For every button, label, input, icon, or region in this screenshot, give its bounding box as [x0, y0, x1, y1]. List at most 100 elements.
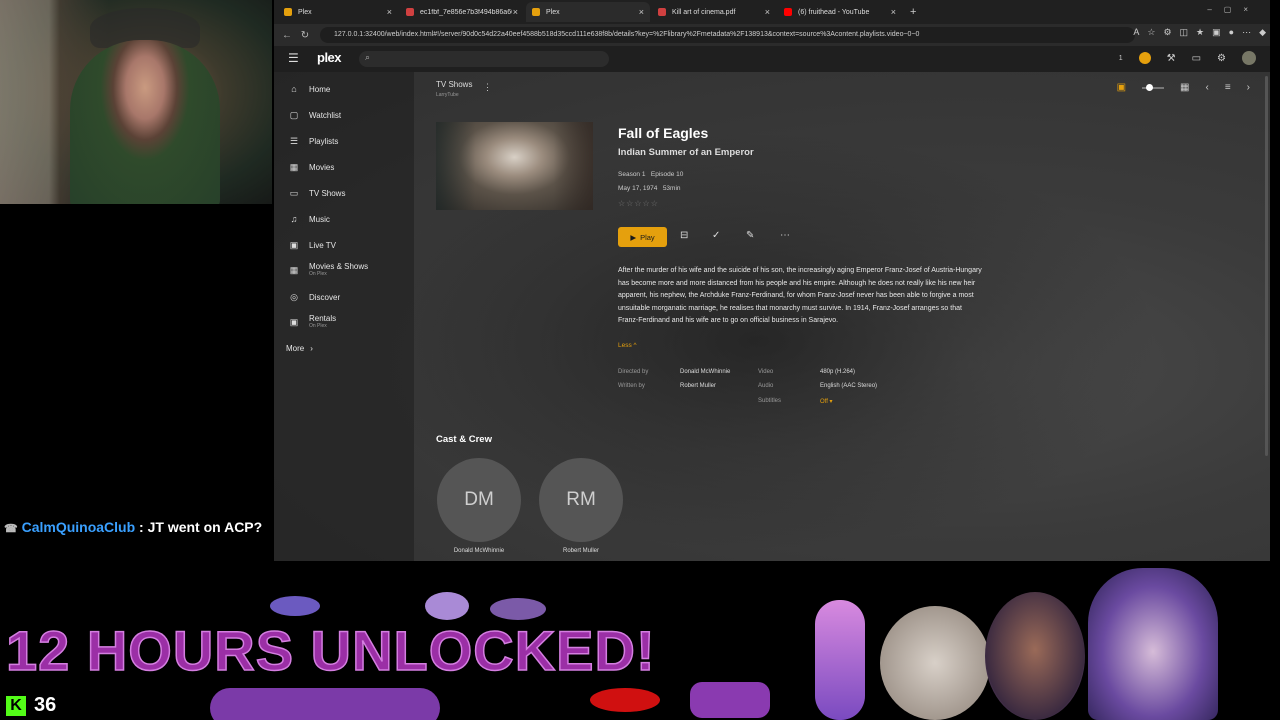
film-icon: ▦	[289, 264, 299, 275]
tab-ec1fbf[interactable]: ec1fbf_7e856e7b3f494b86a668...×	[400, 2, 524, 22]
close-icon[interactable]: ×	[513, 7, 518, 17]
window-controls[interactable]: –▢×	[1207, 5, 1260, 14]
reload-icon[interactable]: ↻	[296, 30, 314, 41]
settings-icon[interactable]: ⚙	[1217, 53, 1226, 64]
rentals-icon: ▣	[289, 316, 299, 327]
size-slider[interactable]	[1142, 83, 1165, 91]
grid-view-icon[interactable]: ▦	[1180, 82, 1189, 93]
sidebar-item-home[interactable]: ⌂ Home	[289, 84, 330, 94]
address-bar-row: ← ↻ 127.0.0.1:32400/web/index.html#!/ser…	[274, 24, 1270, 46]
sidebar-item-watchlist[interactable]: ▢ Watchlist	[289, 110, 341, 120]
plex-favicon-icon	[532, 8, 540, 16]
sidebar-item-live-tv[interactable]: ▣ Live TV	[289, 240, 336, 250]
list-view-icon[interactable]: ≡	[1225, 82, 1231, 93]
plex-pass-icon[interactable]	[1138, 52, 1151, 64]
sidebar-item-movies[interactable]: ▦ Movies	[289, 162, 335, 172]
close-icon[interactable]: ×	[765, 7, 770, 17]
cast-name[interactable]: Donald McWhinnie	[424, 548, 534, 554]
subtitles-select[interactable]: Off ▾	[820, 398, 833, 405]
plex-logo[interactable]: plex	[317, 50, 342, 65]
webcam-person	[70, 40, 220, 204]
webcam-feed	[0, 0, 272, 204]
sidebar-item-rentals[interactable]: ▣ Rentals On Plex	[289, 314, 336, 329]
episode-title: Indian Summer of an Emperor	[618, 147, 754, 158]
cast-icon[interactable]: ▭	[1192, 53, 1201, 64]
close-icon[interactable]: ×	[387, 7, 392, 17]
back-icon[interactable]: ←	[278, 30, 296, 41]
next-icon[interactable]: ›	[1247, 82, 1250, 93]
cast-avatar[interactable]: DM	[437, 458, 521, 542]
sidebar-item-playlists[interactable]: ☰ Playlists	[289, 136, 338, 146]
overlay-decoration	[425, 592, 469, 620]
subtitles-label: Subtitles	[758, 398, 782, 404]
read-aloud-icon[interactable]: A	[1133, 27, 1139, 38]
sidebar-item-label: TV Shows	[309, 188, 346, 198]
less-toggle[interactable]: Less ^	[618, 342, 637, 349]
sidebar-item-label: Playlists	[309, 136, 339, 146]
viewer-count: 36	[34, 694, 57, 716]
slider-handle[interactable]	[1146, 83, 1154, 91]
extension-icon[interactable]: ⚙	[1163, 27, 1171, 38]
show-title[interactable]: Fall of Eagles	[618, 125, 708, 141]
split-screen-icon[interactable]: ◫	[1180, 27, 1189, 38]
more-vertical-icon[interactable]: ⋮	[483, 82, 492, 93]
season-label[interactable]: Season 1	[618, 171, 645, 178]
hamburger-menu-icon[interactable]: ☰	[288, 51, 299, 65]
sidebar-more[interactable]: More ›	[286, 344, 313, 353]
episode-number: Episode 10	[650, 171, 684, 178]
tab-pdf[interactable]: Kill art of cinema.pdf ×	[652, 2, 776, 22]
new-tab-button[interactable]: +	[910, 6, 916, 18]
avatar[interactable]	[1242, 51, 1256, 65]
artwork-toggle-icon[interactable]: ▣	[1117, 82, 1126, 93]
watchlist-icon: ▢	[289, 110, 299, 120]
favorite-star-icon[interactable]: ☆	[1147, 27, 1155, 38]
plex-header: ☰ plex ⌕ 1 ⚒ ▭ ⚙	[274, 46, 1270, 72]
close-icon[interactable]: ×	[891, 7, 896, 17]
audio-value[interactable]: English (AAC Stereo)	[820, 383, 877, 389]
plex-favicon-icon	[284, 8, 292, 16]
favorites-icon[interactable]: ★	[1196, 27, 1204, 38]
view-controls: ▣ ▦ ‹ ≡ ›	[1117, 82, 1250, 93]
chat-text: : JT went on ACP?	[135, 519, 263, 535]
tab-plex-1[interactable]: Plex ×	[278, 2, 398, 22]
activity-icon[interactable]: ⚒	[1167, 53, 1176, 64]
more-horizontal-icon[interactable]: ⋯	[780, 230, 790, 241]
more-menu-icon[interactable]: ⋯	[1242, 27, 1251, 38]
copilot-icon[interactable]: ◆	[1259, 27, 1266, 38]
mark-watched-icon[interactable]: ✓	[712, 230, 720, 241]
sidebar-item-discover[interactable]: ◎ Discover	[289, 292, 340, 302]
overlay-decoration	[210, 688, 440, 720]
video-value: 480p (H.264)	[820, 369, 856, 375]
writer-link[interactable]: Robert Muller	[680, 383, 716, 389]
overlay-figure	[815, 600, 865, 720]
toolbar-icons: A ☆ ⚙ ◫ ★ ▣ ● ⋯ ◆	[1133, 27, 1266, 38]
sidebar-item-sublabel: On Plex	[309, 323, 327, 329]
director-link[interactable]: Donald McWhinnie	[680, 369, 730, 375]
edit-icon[interactable]: ✎	[746, 230, 754, 241]
sidebar-item-label: Watchlist	[309, 110, 342, 120]
sidebar-item-tv-shows[interactable]: ▭ TV Shows	[289, 188, 346, 198]
scrollbar[interactable]	[1265, 76, 1268, 456]
url-field[interactable]: 127.0.0.1:32400/web/index.html#!/server/…	[320, 27, 1135, 43]
bookmark-icon[interactable]: ⊟	[680, 230, 688, 241]
breadcrumb[interactable]: TV Shows	[436, 80, 472, 89]
movies-icon: ▦	[289, 162, 299, 172]
cast-name[interactable]: Robert Muller	[526, 548, 636, 554]
rating-stars[interactable]: ☆☆☆☆☆	[618, 199, 659, 208]
episode-thumbnail[interactable]	[436, 122, 593, 210]
tab-youtube[interactable]: (6) fruithead - YouTube ×	[778, 2, 902, 22]
profile-icon[interactable]: ●	[1229, 27, 1234, 38]
previous-icon[interactable]: ‹	[1205, 82, 1208, 93]
play-button[interactable]: ▶ Play	[618, 227, 667, 247]
sidebar-item-music[interactable]: ♫ Music	[289, 214, 330, 224]
chat-username: CalmQuinoaClub	[21, 519, 136, 535]
sidebar-item-sublabel: On Plex	[309, 271, 327, 277]
close-icon[interactable]: ×	[639, 7, 644, 17]
tab-plex-2[interactable]: Plex ×	[526, 2, 650, 22]
home-icon: ⌂	[291, 84, 297, 94]
sidebar-item-movies-shows[interactable]: ▦ Movies & Shows On Plex	[289, 262, 368, 277]
sidebar-item-label: Rentals	[309, 314, 337, 323]
search-input[interactable]: ⌕	[359, 51, 609, 67]
cast-avatar[interactable]: RM	[539, 458, 623, 542]
collections-icon[interactable]: ▣	[1212, 27, 1221, 38]
